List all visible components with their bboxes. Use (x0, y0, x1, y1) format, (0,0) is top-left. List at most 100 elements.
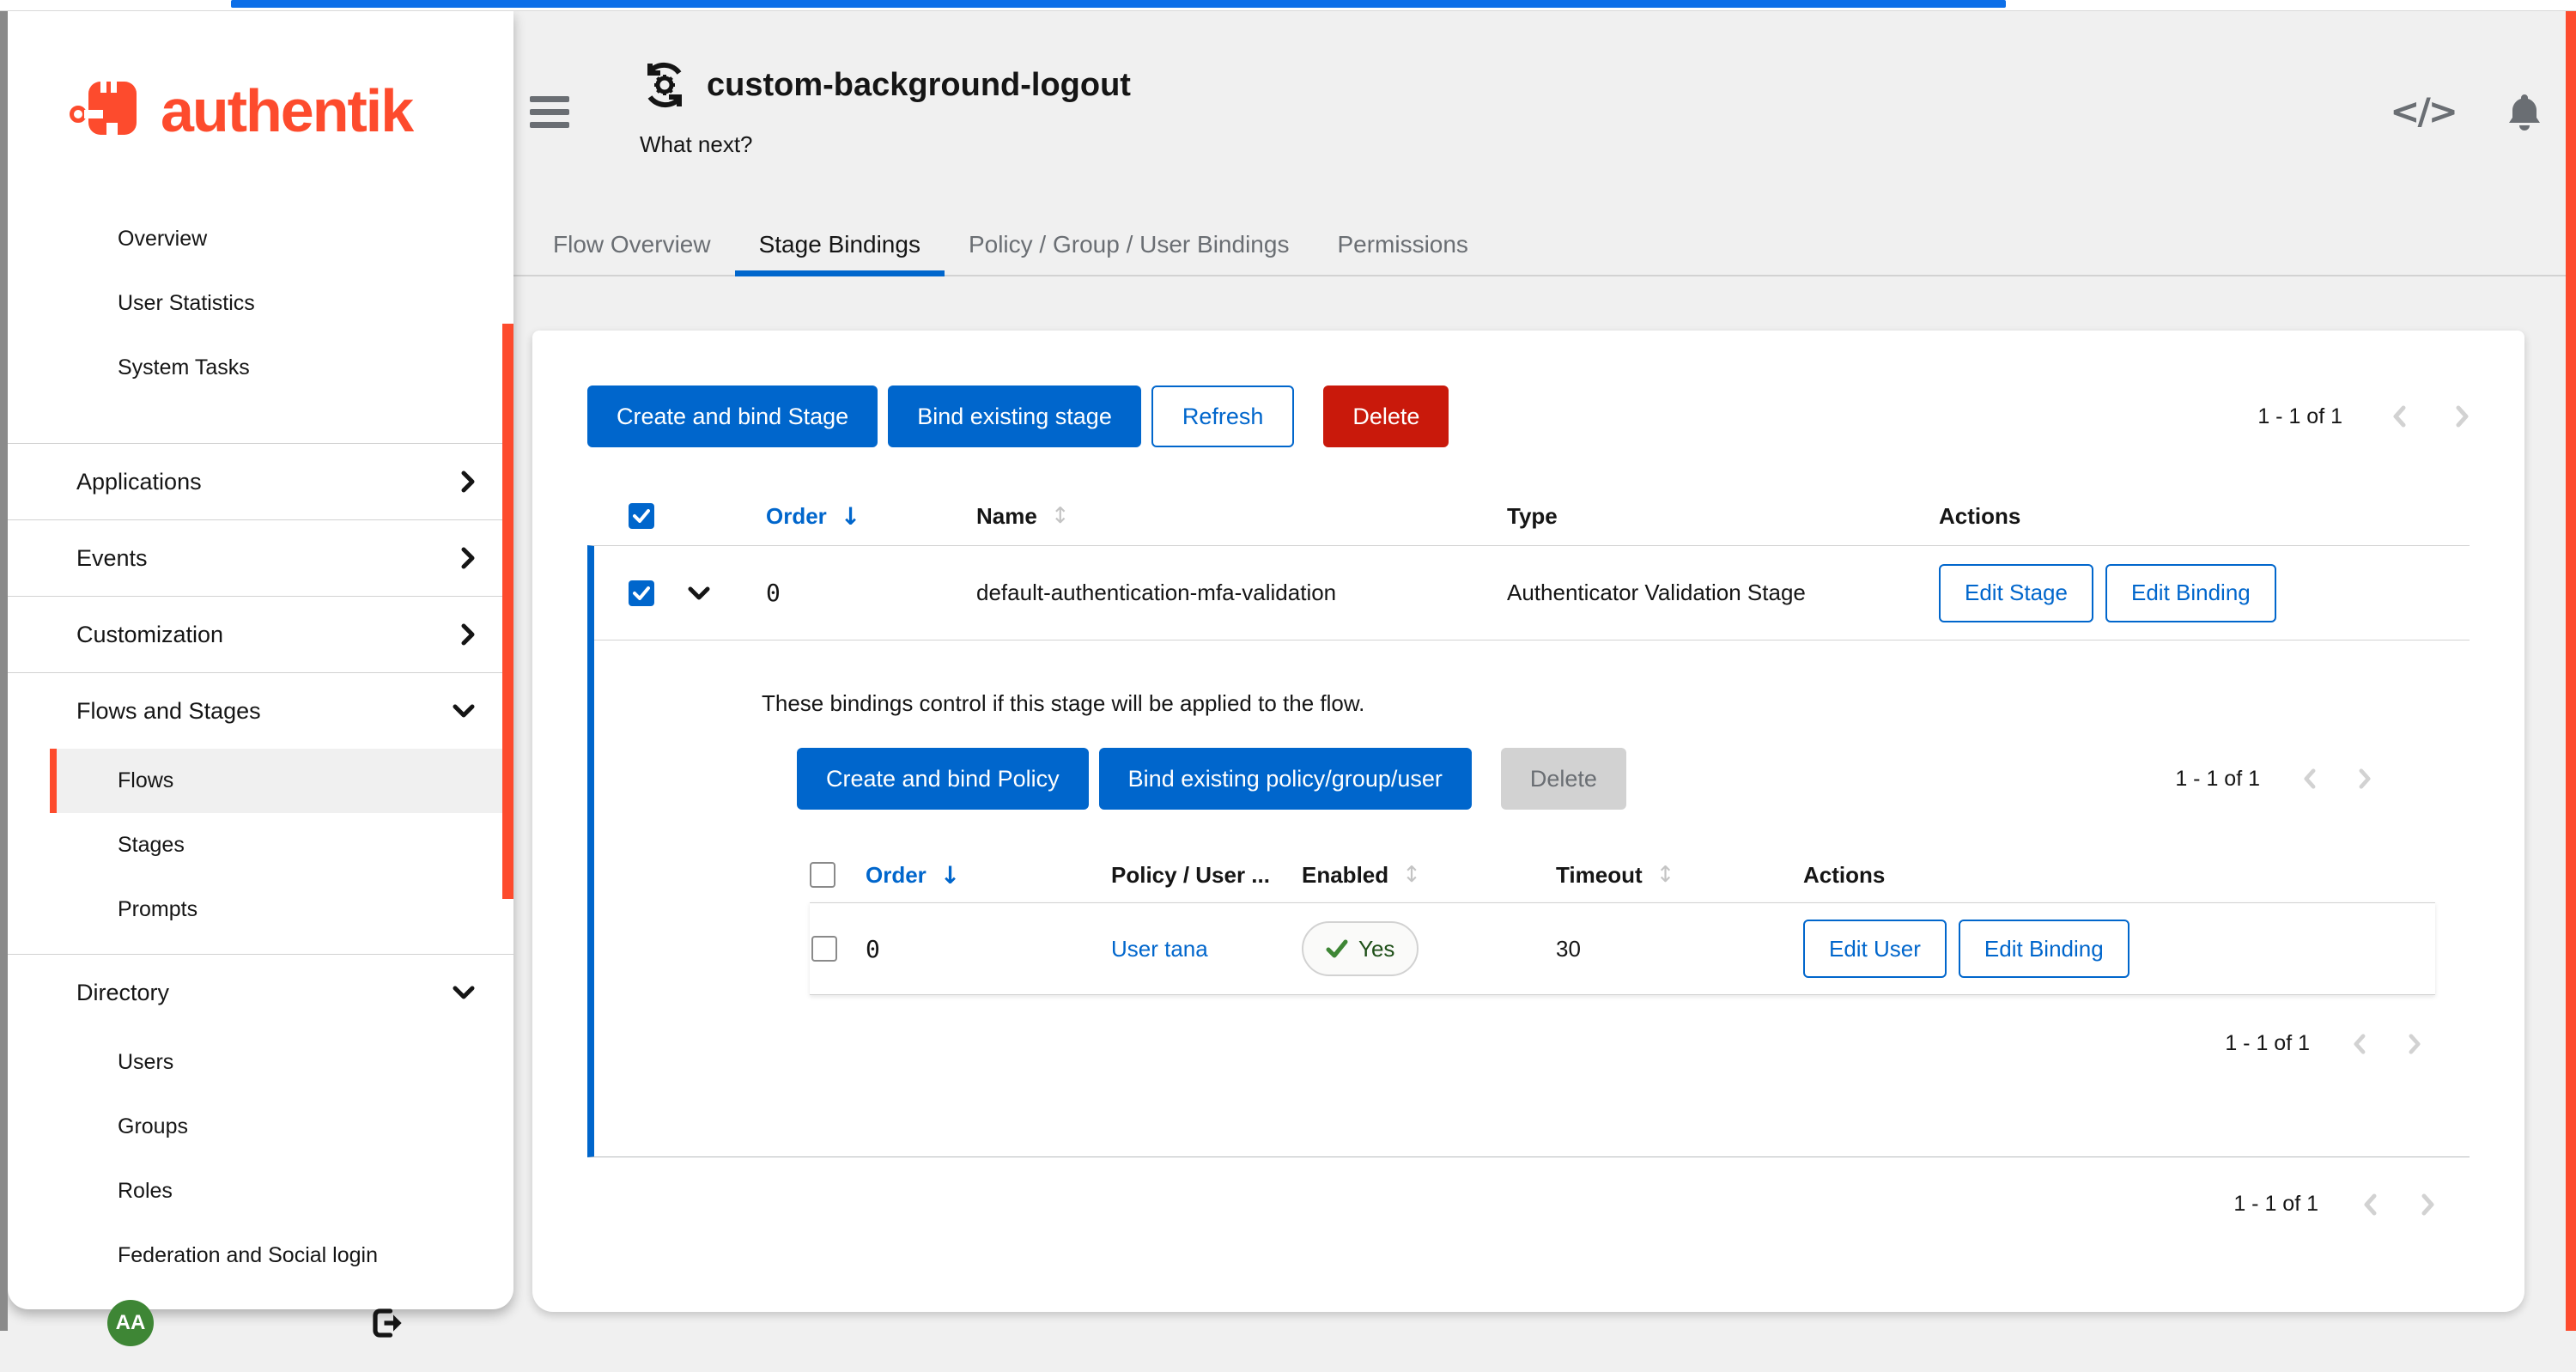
stage-binding-row[interactable]: 0 default-authentication-mfa-validation … (594, 546, 2470, 640)
policy-pagination-top: 1 - 1 of 1 (2175, 767, 2372, 792)
brand-name: authentik (161, 81, 412, 141)
tab-flow-overview[interactable]: Flow Overview (529, 215, 735, 275)
pagination-next-button[interactable] (2421, 1193, 2435, 1217)
enabled-value: Yes (1358, 936, 1394, 962)
stage-binding-expansion: These bindings control if this stage wil… (594, 640, 2470, 1156)
select-all-checkbox[interactable] (629, 503, 654, 529)
stage-table-header: Order↓ Name↕ Type Actions (587, 487, 2470, 545)
chevron-right-icon (2456, 404, 2470, 428)
pagination-label: 1 - 1 of 1 (2175, 767, 2260, 792)
tab-stage-bindings[interactable]: Stage Bindings (735, 215, 945, 275)
policy-toolbar: Create and bind Policy Bind existing pol… (797, 748, 2415, 810)
column-type: Type (1507, 503, 1939, 530)
pagination-prev-button[interactable] (2303, 768, 2316, 790)
chevron-right-icon (2359, 768, 2372, 790)
sidebar-item-overview[interactable]: Overview (8, 207, 513, 271)
row-expand-toggle[interactable] (687, 586, 766, 601)
pagination-label: 1 - 1 of 1 (2257, 404, 2342, 429)
column-policy-user: Policy / User ... (1111, 862, 1302, 889)
sidebar-group-customization: Customization (8, 596, 513, 672)
tab-policy-group-user-bindings[interactable]: Policy / Group / User Bindings (945, 215, 1314, 275)
sidebar-item-system-tasks[interactable]: System Tasks (8, 336, 513, 400)
pagination-next-button[interactable] (2409, 1033, 2421, 1055)
pagination-label: 1 - 1 of 1 (2225, 1031, 2310, 1056)
sidebar-item-stages[interactable]: Stages (8, 813, 513, 877)
timeout-value: 30 (1556, 936, 1803, 962)
column-actions: Actions (1939, 503, 2470, 530)
sidebar-item-federation[interactable]: Federation and Social login (8, 1223, 513, 1288)
logout-icon (369, 1305, 405, 1341)
row-checkbox[interactable] (629, 580, 654, 606)
sidebar-group-events-toggle[interactable]: Events (8, 520, 513, 596)
pagination-prev-button[interactable] (2363, 1193, 2377, 1217)
pagination-label: 1 - 1 of 1 (2233, 1192, 2318, 1217)
check-icon (633, 509, 650, 523)
page-title: custom-background-logout (707, 67, 1131, 104)
pagination-next-button[interactable] (2456, 404, 2470, 428)
row-checkbox[interactable] (811, 936, 837, 962)
chevron-left-icon (2353, 1033, 2366, 1055)
create-and-bind-policy-button[interactable]: Create and bind Policy (797, 748, 1089, 810)
user-link[interactable]: User tana (1111, 936, 1302, 962)
pagination-prev-button[interactable] (2353, 1033, 2366, 1055)
api-code-icon[interactable]: </> (2390, 90, 2456, 132)
left-scrollbar[interactable] (0, 11, 8, 1331)
stage-toolbar: Create and bind Stage Bind existing stag… (587, 385, 2470, 447)
column-order[interactable]: Order↓ (766, 502, 976, 531)
sidebar-item-prompts[interactable]: Prompts (8, 877, 513, 942)
sidebar-footer: AA (8, 1300, 513, 1372)
sidebar-group-flows-and-stages-toggle[interactable]: Flows and Stages (8, 673, 513, 749)
tab-permissions[interactable]: Permissions (1313, 215, 1492, 275)
column-order[interactable]: Order↓ (866, 861, 1111, 889)
delete-policy-button[interactable]: Delete (1501, 748, 1626, 810)
authentik-logo: authentik (70, 80, 513, 142)
column-enabled[interactable]: Enabled↕ (1302, 862, 1556, 889)
notification-bell-icon[interactable] (2506, 91, 2543, 132)
bind-existing-stage-button[interactable]: Bind existing stage (888, 385, 1141, 447)
sidebar-group-flows-and-stages: Flows and Stages Flows Stages Prompts (8, 672, 513, 954)
select-all-policies-checkbox[interactable] (810, 862, 835, 888)
policy-pagination-bottom: 1 - 1 of 1 (810, 1031, 2435, 1056)
sidebar-group-applications-toggle[interactable]: Applications (8, 444, 513, 519)
sidebar-item-flows[interactable]: Flows (50, 749, 513, 813)
chevron-down-icon (687, 586, 711, 601)
edit-stage-button[interactable]: Edit Stage (1939, 564, 2093, 622)
sidebar-toggle-button[interactable] (530, 96, 569, 128)
avatar[interactable]: AA (107, 1300, 154, 1346)
pagination-prev-button[interactable] (2392, 404, 2406, 428)
column-name[interactable]: Name↕ (976, 503, 1507, 530)
edit-binding-button[interactable]: Edit Binding (1959, 920, 2129, 978)
chevron-down-icon (452, 985, 476, 1000)
pagination-next-button[interactable] (2359, 768, 2372, 790)
chevron-right-icon (460, 470, 476, 494)
sidebar-group-applications: Applications (8, 443, 513, 519)
main-content: custom-background-logout What next? </> … (513, 11, 2566, 1331)
authentik-key-icon (70, 80, 152, 142)
delete-stage-button[interactable]: Delete (1323, 385, 1449, 447)
page-header: custom-background-logout What next? </> (513, 11, 2566, 215)
right-scrollbar[interactable] (2566, 11, 2576, 1331)
sidebar-group-directory-toggle[interactable]: Directory (8, 955, 513, 1030)
edit-user-button[interactable]: Edit User (1803, 920, 1947, 978)
sidebar-group-directory: Directory Users Groups Roles Federation … (8, 954, 513, 1300)
bind-existing-policy-button[interactable]: Bind existing policy/group/user (1099, 748, 1472, 810)
loading-progress-bar (231, 0, 2006, 8)
policy-order-value: 0 (866, 935, 1111, 963)
policy-binding-row[interactable]: 0 User tana Yes 30 Edit User Edit Bindin… (810, 902, 2435, 995)
flow-icon (640, 60, 690, 110)
sidebar-top-nav: Overview User Statistics System Tasks (8, 207, 513, 400)
sidebar-group-customization-toggle[interactable]: Customization (8, 597, 513, 672)
chevron-left-icon (2363, 1193, 2377, 1217)
create-and-bind-stage-button[interactable]: Create and bind Stage (587, 385, 878, 447)
column-timeout[interactable]: Timeout↕ (1556, 862, 1803, 889)
edit-binding-button[interactable]: Edit Binding (2105, 564, 2276, 622)
sidebar-item-roles[interactable]: Roles (8, 1159, 513, 1223)
sidebar-item-user-statistics[interactable]: User Statistics (8, 271, 513, 336)
sidebar-item-groups[interactable]: Groups (8, 1095, 513, 1159)
sidebar-item-users[interactable]: Users (8, 1030, 513, 1095)
refresh-button[interactable]: Refresh (1151, 385, 1295, 447)
sort-descending-icon: ↓ (940, 861, 960, 889)
sidebar-scrollbar-thumb[interactable] (502, 324, 513, 899)
sort-icon: ↕ (1402, 862, 1421, 888)
logout-button[interactable] (369, 1305, 405, 1341)
